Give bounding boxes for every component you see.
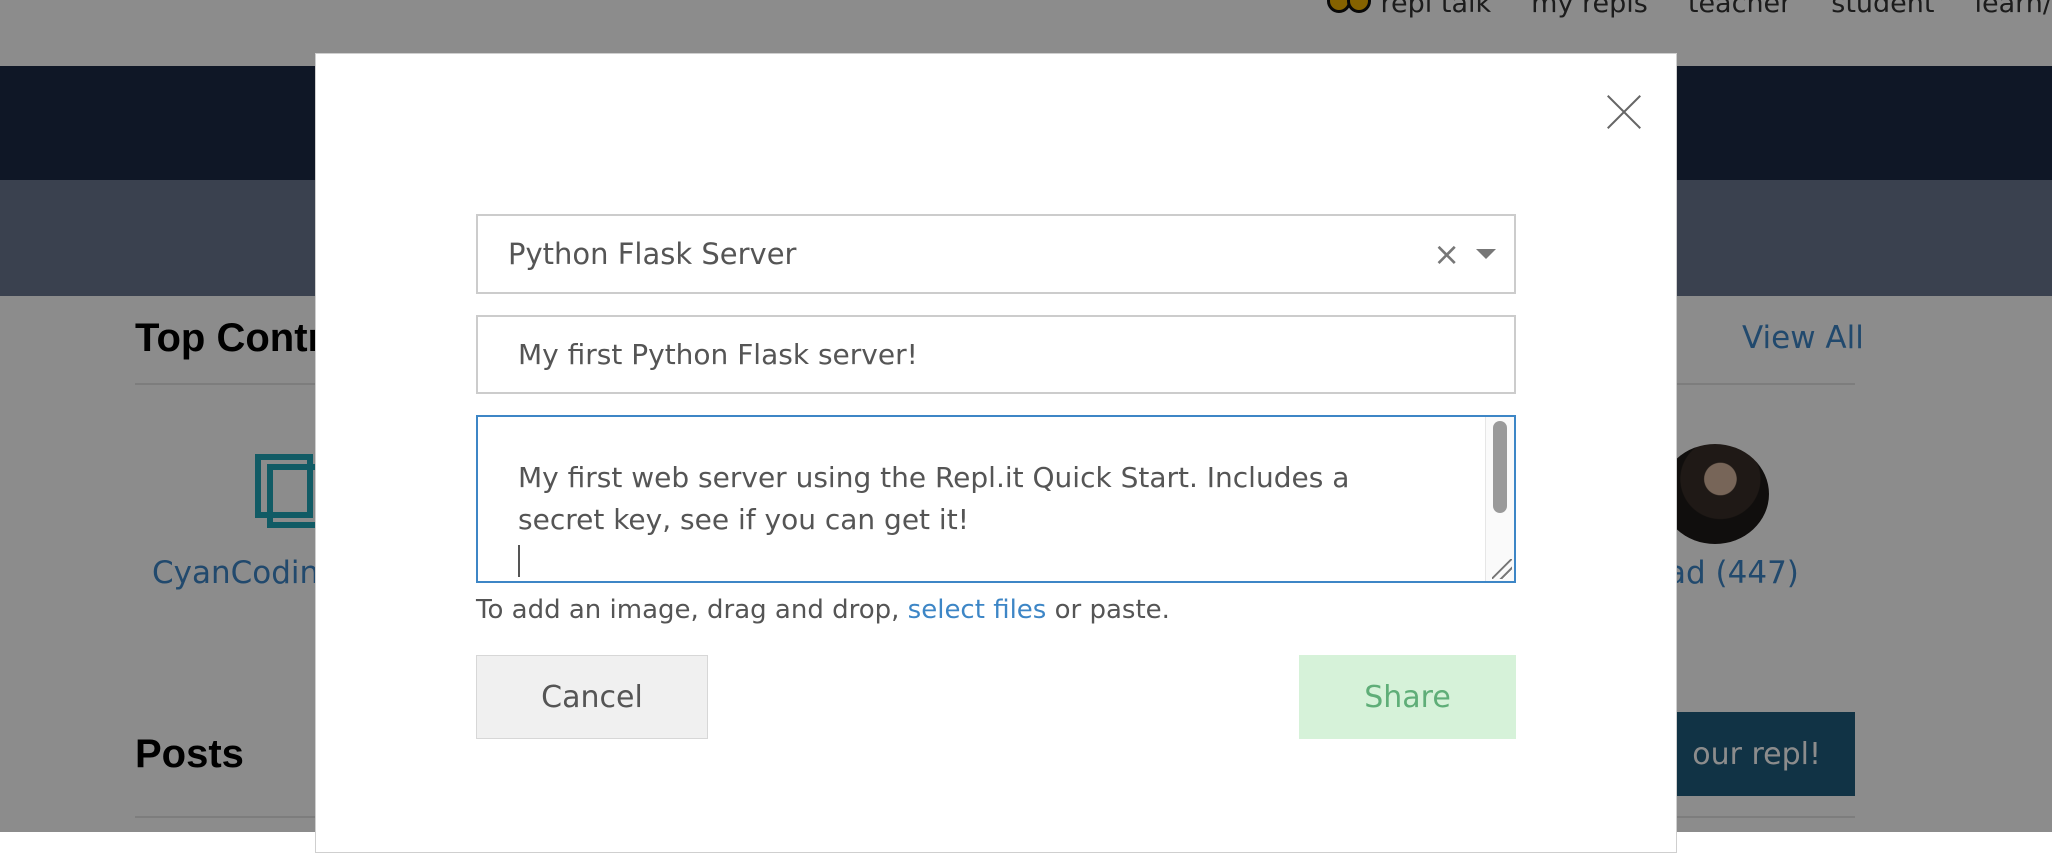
hint-suffix: or paste. bbox=[1046, 595, 1170, 625]
description-scrollbar[interactable] bbox=[1485, 417, 1514, 581]
cancel-button[interactable]: Cancel bbox=[476, 655, 708, 739]
upload-hint: To add an image, drag and drop, select f… bbox=[476, 595, 1170, 625]
clear-icon[interactable]: × bbox=[1433, 235, 1460, 273]
text-caret bbox=[518, 545, 520, 577]
select-files-link[interactable]: select files bbox=[908, 595, 1047, 625]
description-textarea[interactable]: My first web server using the Repl.it Qu… bbox=[476, 415, 1516, 583]
repl-select[interactable]: Python Flask Server × bbox=[476, 214, 1516, 294]
title-input[interactable]: My first Python Flask server! bbox=[476, 315, 1516, 394]
scrollbar-thumb[interactable] bbox=[1493, 421, 1507, 513]
description-text: My first web server using the Repl.it Qu… bbox=[518, 461, 1349, 536]
repl-select-value: Python Flask Server bbox=[508, 237, 1433, 271]
share-button[interactable]: Share bbox=[1299, 655, 1516, 739]
description-text-area-content: My first web server using the Repl.it Qu… bbox=[518, 457, 1418, 589]
resize-handle-icon[interactable] bbox=[1492, 559, 1512, 579]
share-repl-modal: Python Flask Server × My first Python Fl… bbox=[315, 53, 1677, 853]
chevron-down-icon[interactable] bbox=[1476, 249, 1496, 259]
close-icon[interactable] bbox=[1606, 94, 1642, 130]
hint-prefix: To add an image, drag and drop, bbox=[476, 595, 908, 625]
